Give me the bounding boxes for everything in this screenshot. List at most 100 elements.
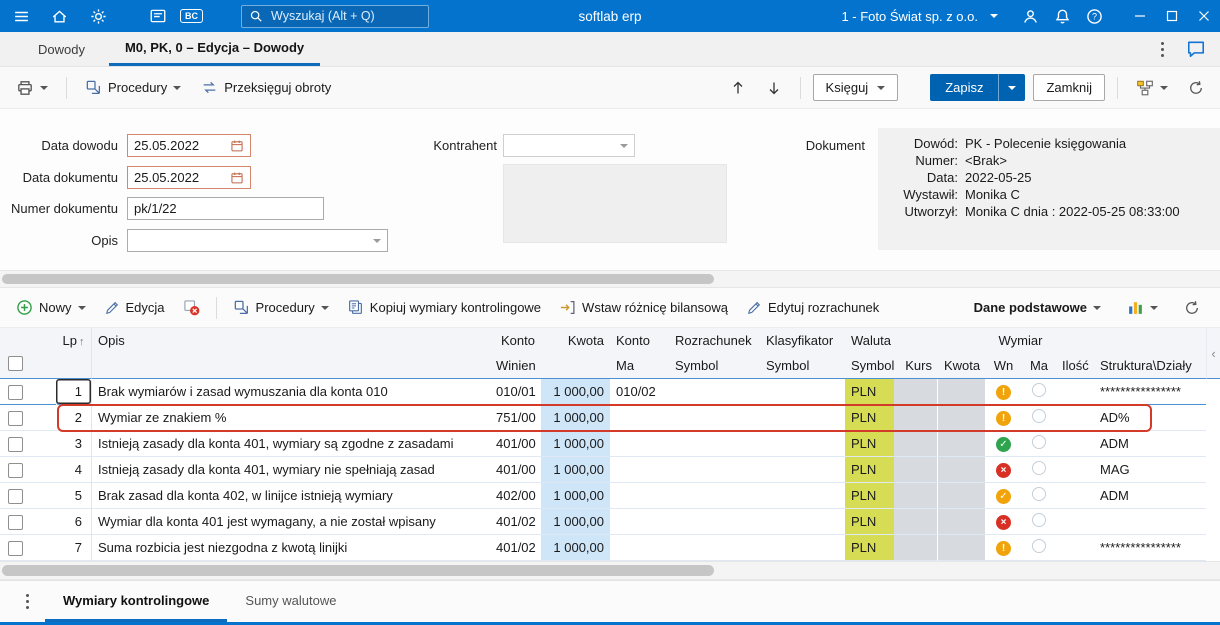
cell-klasyfikator[interactable] xyxy=(760,483,845,509)
numer-dokumentu-field[interactable] xyxy=(127,197,324,220)
cell-kurs[interactable] xyxy=(894,405,938,431)
comment-icon[interactable] xyxy=(1186,39,1206,59)
search-input[interactable] xyxy=(269,8,421,24)
cell-kwota[interactable]: 1 000,00 xyxy=(541,535,610,561)
more-options-icon[interactable] xyxy=(1161,47,1164,51)
cell-klasyfikator[interactable] xyxy=(760,405,845,431)
column-header-konto-winien[interactable]: Konto xyxy=(490,328,541,352)
cell-ilosc[interactable] xyxy=(1056,483,1094,509)
numer-dokumentu-input[interactable] xyxy=(134,201,317,216)
column-header-klasyfikator[interactable]: Klasyfikator xyxy=(760,328,845,352)
splitter-scrollbar-thumb[interactable] xyxy=(2,274,715,284)
cell-konto-ma[interactable]: 010/02 xyxy=(610,379,669,405)
row-checkbox[interactable] xyxy=(7,488,23,504)
column-subheader-rozrachunek-symbol[interactable]: Symbol xyxy=(669,352,760,379)
ksieguj-button[interactable]: Księguj xyxy=(812,74,899,101)
table-row[interactable]: 5 Brak zasad dla konta 402, w linijce ist… xyxy=(0,483,1206,509)
column-header-waluta[interactable]: Waluta xyxy=(845,328,894,352)
cell-konto-ma[interactable] xyxy=(610,431,669,457)
move-down-button[interactable] xyxy=(760,75,788,101)
data-dokumentu-input[interactable] xyxy=(134,170,230,185)
cell-kwota-waluta[interactable] xyxy=(938,457,985,483)
cell-ilosc[interactable] xyxy=(1056,405,1094,431)
cell-waluta[interactable]: PLN xyxy=(845,535,894,561)
cell-klasyfikator[interactable] xyxy=(760,535,845,561)
column-subheader-klasyfikator-symbol[interactable]: Symbol xyxy=(760,352,845,379)
cell-struktura[interactable]: MAG xyxy=(1094,457,1206,483)
column-header-kurs[interactable]: Kurs xyxy=(894,352,938,379)
table-row[interactable]: 7 Suma rozbicia jest niezgodna z kwotą li… xyxy=(0,535,1206,561)
copy-dimensions-button[interactable]: Kopiuj wymiary kontrolingowe xyxy=(341,294,547,321)
help-button[interactable]: ? xyxy=(1078,0,1110,32)
data-dowodu-field[interactable] xyxy=(127,134,251,157)
cell-opis[interactable]: Brak zasad dla konta 402, w linijce istn… xyxy=(92,483,490,509)
cell-opis[interactable]: Brak wymiarów i zasad wymuszania dla kon… xyxy=(92,379,490,405)
cell-kurs[interactable] xyxy=(894,457,938,483)
cell-konto-winien[interactable]: 401/00 xyxy=(490,457,541,483)
documents-button[interactable] xyxy=(142,0,174,32)
insert-balance-button[interactable]: Wstaw różnicę bilansową xyxy=(553,294,734,321)
cell-ilosc[interactable] xyxy=(1056,535,1094,561)
cell-kwota-waluta[interactable] xyxy=(938,535,985,561)
cell-opis[interactable]: Istnieją zasady dla konta 401, wymiary n… xyxy=(92,457,490,483)
cell-waluta[interactable]: PLN xyxy=(845,431,894,457)
bottom-tabs-menu[interactable] xyxy=(10,581,45,622)
cell-opis[interactable]: Wymiar dla konta 401 jest wymagany, a ni… xyxy=(92,509,490,535)
column-group-wymiar[interactable]: Wymiar xyxy=(985,328,1056,352)
table-row[interactable]: 3 Istnieją zasady dla konta 401, wymiary … xyxy=(0,431,1206,457)
tab-wymiary-kontrolingowe[interactable]: Wymiary kontrolingowe xyxy=(45,581,228,622)
save-button[interactable]: Zapisz xyxy=(930,74,1026,101)
transfer-turnover-button[interactable]: Przeksięguj obroty xyxy=(195,74,337,101)
company-selector[interactable]: 1 - Foto Świat sp. z o.o. xyxy=(841,9,998,24)
workflow-button[interactable] xyxy=(1130,74,1174,102)
cell-waluta[interactable]: PLN xyxy=(845,509,894,535)
data-dokumentu-field[interactable] xyxy=(127,166,251,189)
cell-rozrachunek[interactable] xyxy=(669,405,760,431)
cell-konto-ma[interactable] xyxy=(610,405,669,431)
column-header-lp[interactable]: Lp ↑ xyxy=(56,328,92,352)
move-up-button[interactable] xyxy=(724,75,752,101)
data-dowodu-input[interactable] xyxy=(134,138,230,153)
cell-konto-ma[interactable] xyxy=(610,509,669,535)
cell-kwota[interactable]: 1 000,00 xyxy=(541,379,610,405)
cell-opis[interactable]: Wymiar ze znakiem % xyxy=(92,405,490,431)
column-header-struktura[interactable]: Struktura\Działy xyxy=(1094,352,1206,379)
cell-kwota[interactable]: 1 000,00 xyxy=(541,457,610,483)
row-checkbox[interactable] xyxy=(7,436,23,452)
view-selector[interactable]: Dane podstawowe xyxy=(968,295,1107,320)
cell-ilosc[interactable] xyxy=(1056,431,1094,457)
opis-select[interactable] xyxy=(127,229,388,252)
cell-struktura[interactable]: AD% xyxy=(1094,405,1206,431)
cell-rozrachunek[interactable] xyxy=(669,483,760,509)
cell-klasyfikator[interactable] xyxy=(760,509,845,535)
cell-waluta[interactable]: PLN xyxy=(845,483,894,509)
tab-active-document[interactable]: M0, PK, 0 – Edycja – Dowody xyxy=(108,32,321,66)
tab-sumy-walutowe[interactable]: Sumy walutowe xyxy=(227,581,354,622)
cell-kurs[interactable] xyxy=(894,483,938,509)
table-row[interactable]: 6 Wymiar dla konta 401 jest wymagany, a n… xyxy=(0,509,1206,535)
cell-konto-ma[interactable] xyxy=(610,457,669,483)
calendar-icon[interactable] xyxy=(230,139,244,153)
menu-button[interactable] xyxy=(5,0,37,32)
cell-kwota[interactable]: 1 000,00 xyxy=(541,509,610,535)
cell-rozrachunek[interactable] xyxy=(669,431,760,457)
kontrahent-select[interactable] xyxy=(503,134,635,157)
grid-refresh-button[interactable] xyxy=(1178,295,1206,321)
column-header-ilosc[interactable]: Ilość xyxy=(1056,352,1094,379)
calendar-icon[interactable] xyxy=(230,171,244,185)
cell-opis[interactable]: Istnieją zasady dla konta 401, wymiary s… xyxy=(92,431,490,457)
cell-struktura[interactable]: ADM xyxy=(1094,431,1206,457)
column-subheader-winien[interactable]: Winien xyxy=(490,352,541,379)
column-subheader-wn[interactable]: Wn xyxy=(985,352,1022,379)
cell-kurs[interactable] xyxy=(894,379,938,405)
row-checkbox[interactable] xyxy=(7,540,23,556)
cell-ilosc[interactable] xyxy=(1056,457,1094,483)
cell-klasyfikator[interactable] xyxy=(760,457,845,483)
cell-klasyfikator[interactable] xyxy=(760,431,845,457)
table-row[interactable]: 2 Wymiar ze znakiem % 751/00 1 000,00 PLN! AD… xyxy=(0,405,1206,431)
cell-kwota-waluta[interactable] xyxy=(938,431,985,457)
cell-konto-ma[interactable] xyxy=(610,483,669,509)
cell-struktura[interactable]: ADM xyxy=(1094,483,1206,509)
row-checkbox[interactable] xyxy=(7,462,23,478)
cell-struktura[interactable]: **************** xyxy=(1094,535,1206,561)
